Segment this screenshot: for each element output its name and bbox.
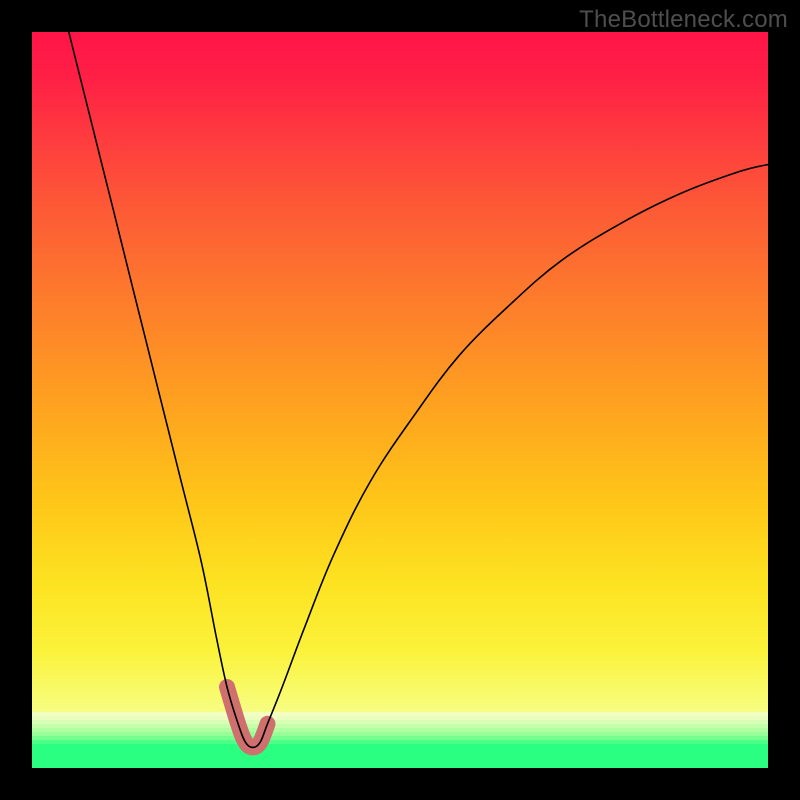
curve-line xyxy=(69,32,768,747)
watermark-text: TheBottleneck.com xyxy=(579,6,788,34)
curve-svg xyxy=(32,32,768,768)
plot-area xyxy=(32,32,768,768)
chart-frame: TheBottleneck.com xyxy=(0,0,800,800)
